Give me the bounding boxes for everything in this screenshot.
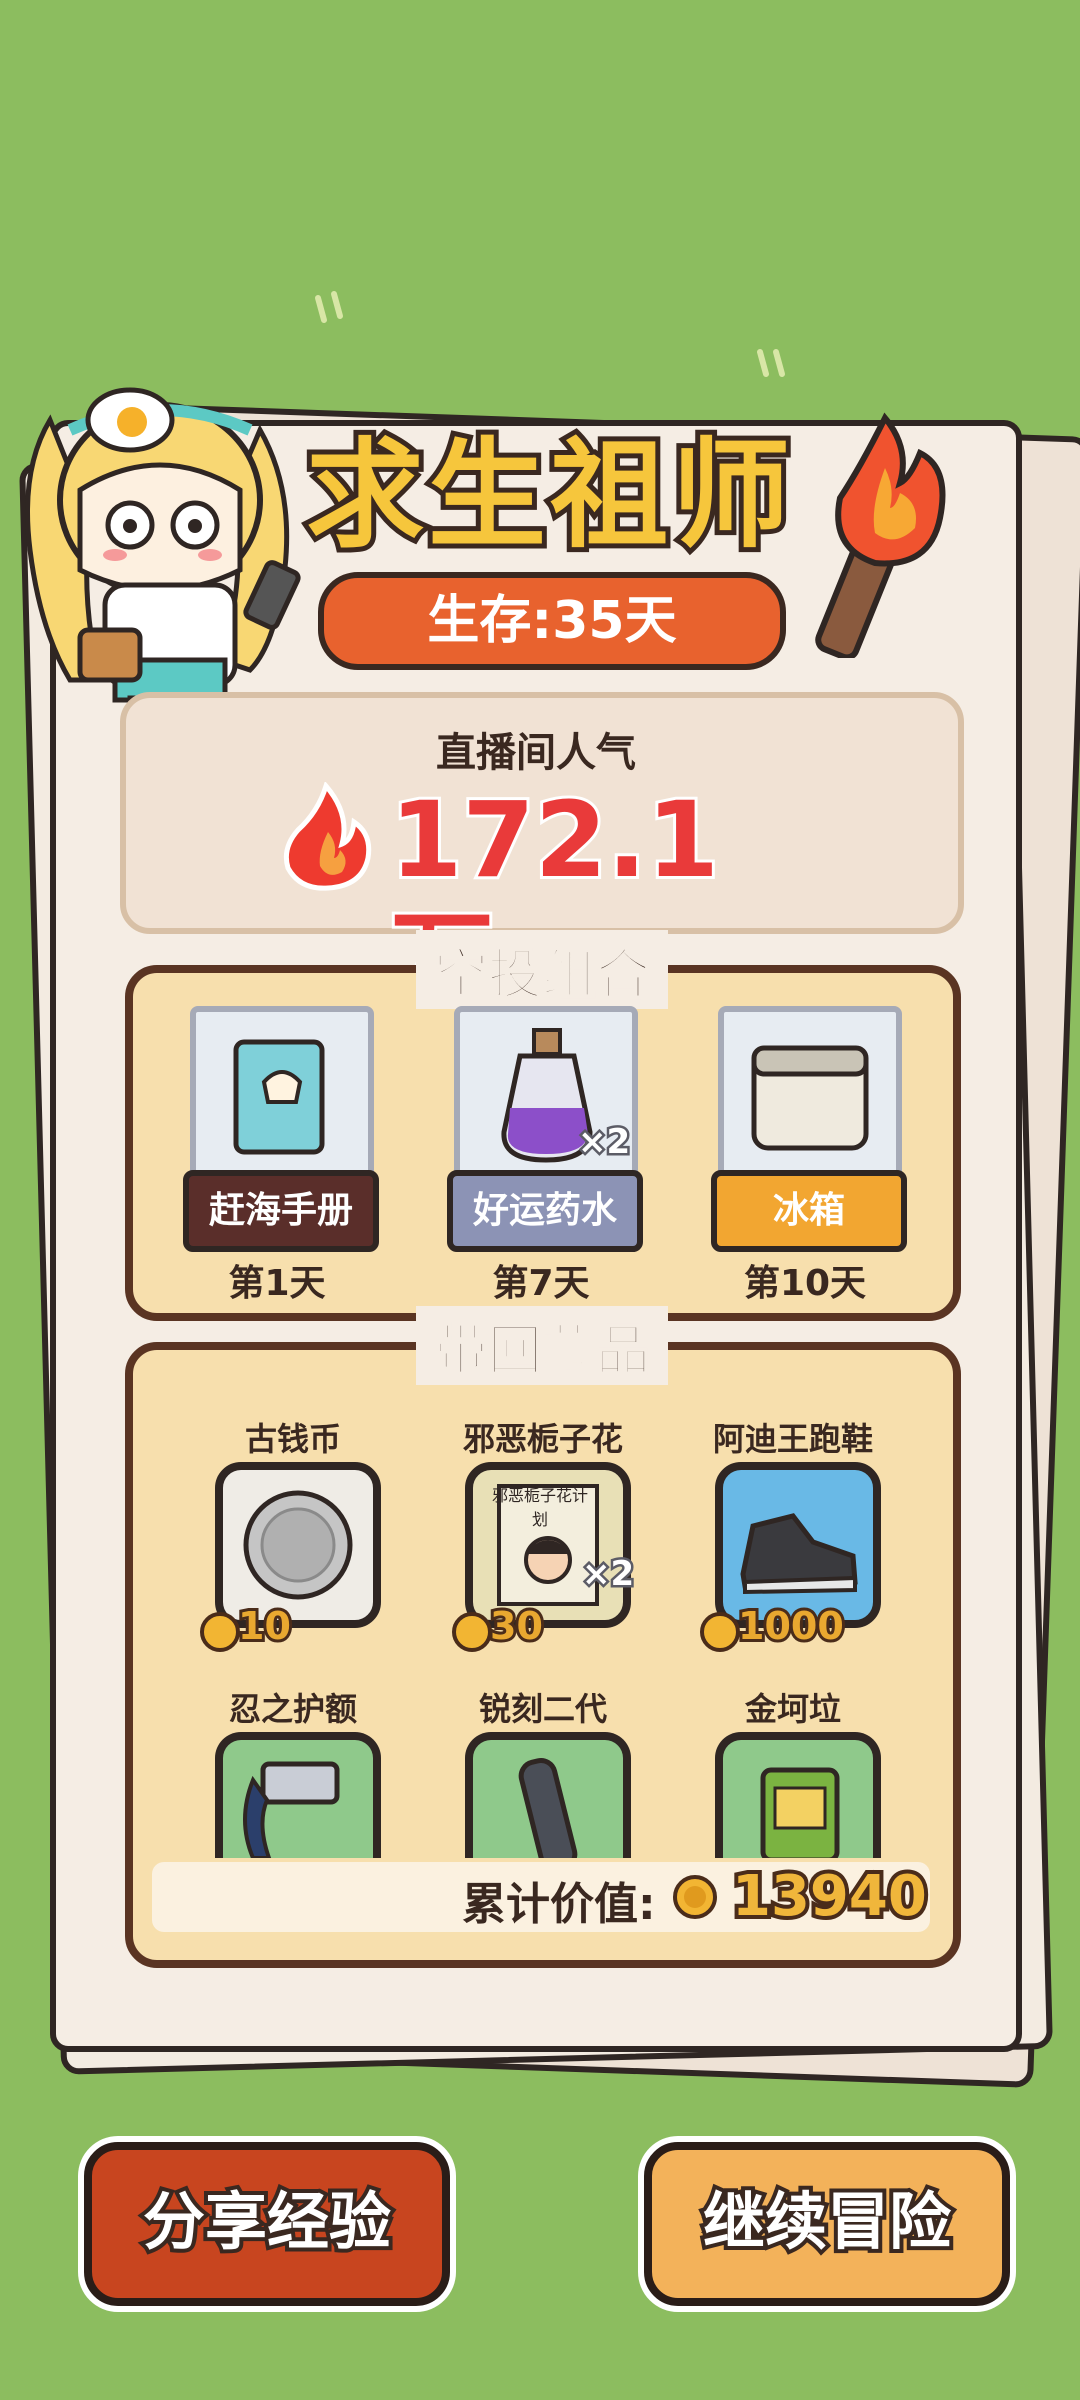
collection-item-name: 古钱币 <box>244 1420 341 1458</box>
collection-item-name: 金坷垃 <box>744 1690 841 1728</box>
collection-item-name: 阿迪王跑鞋 <box>712 1420 873 1458</box>
airdrop-item-label: 好运药水 <box>447 1170 643 1252</box>
airdrop-item-day: 第10天 <box>743 1263 867 1304</box>
fire-icon <box>283 782 372 891</box>
fertilizer-bag-icon <box>760 1767 840 1863</box>
item-count-badge: ×2 <box>575 1120 632 1165</box>
coin-icon <box>200 1612 240 1652</box>
airdrop-item-label: 赶海手册 <box>183 1170 379 1252</box>
e-cigarette-icon <box>518 1757 578 1873</box>
collection-item-price: 1000 <box>735 1601 847 1651</box>
collection-item-price: 30 <box>487 1601 546 1651</box>
collection-item[interactable] <box>715 1732 881 1863</box>
fridge-icon <box>751 1045 869 1151</box>
poster-caption: 邪恶栀子花计划 <box>491 1486 588 1529</box>
coin-icon <box>673 1875 717 1919</box>
game-title: 求生祖师 <box>301 421 795 569</box>
airdrop-slot-item[interactable] <box>190 1006 374 1186</box>
collection-item-price: 10 <box>235 1601 294 1651</box>
airdrop-slot-item[interactable] <box>718 1006 902 1186</box>
collection-title: 带回藏品 <box>416 1306 668 1385</box>
survival-days-badge: 生存:35天 <box>318 572 786 670</box>
collection-item-name: 邪恶栀子花 <box>462 1420 623 1458</box>
total-value-label: 累计价值: <box>462 1879 656 1930</box>
torch-icon <box>815 412 946 658</box>
collection-item[interactable] <box>465 1732 631 1873</box>
coin-icon <box>452 1612 492 1652</box>
headband-icon <box>243 1761 340 1860</box>
collection-item-name: 锐刻二代 <box>478 1690 607 1728</box>
ancient-coin-icon <box>243 1490 353 1600</box>
airdrop-title: 空投组合 <box>416 930 668 1009</box>
popularity-value: 172.1万 <box>387 777 722 1023</box>
item-count-badge: ×2 <box>579 1552 636 1597</box>
sprout-deco-icon <box>757 349 785 377</box>
airdrop-item-label: 冰箱 <box>711 1170 907 1252</box>
total-value: 13940 <box>728 1860 931 1933</box>
airdrop-item-day: 第7天 <box>492 1263 590 1304</box>
book-icon <box>233 1039 325 1155</box>
coin-icon <box>700 1612 740 1652</box>
continue-adventure-button[interactable]: 继续冒险 <box>644 2142 1010 2306</box>
sprout-deco-icon <box>315 291 343 323</box>
share-experience-button[interactable]: 分享经验 <box>84 2142 450 2306</box>
collection-item[interactable] <box>215 1732 381 1860</box>
airdrop-item-day: 第1天 <box>228 1263 326 1304</box>
streamer-character-icon <box>25 387 301 741</box>
sneaker-icon <box>740 1513 858 1595</box>
popularity-label: 直播间人气 <box>436 730 636 776</box>
collection-item-name: 忍之护额 <box>228 1690 357 1728</box>
